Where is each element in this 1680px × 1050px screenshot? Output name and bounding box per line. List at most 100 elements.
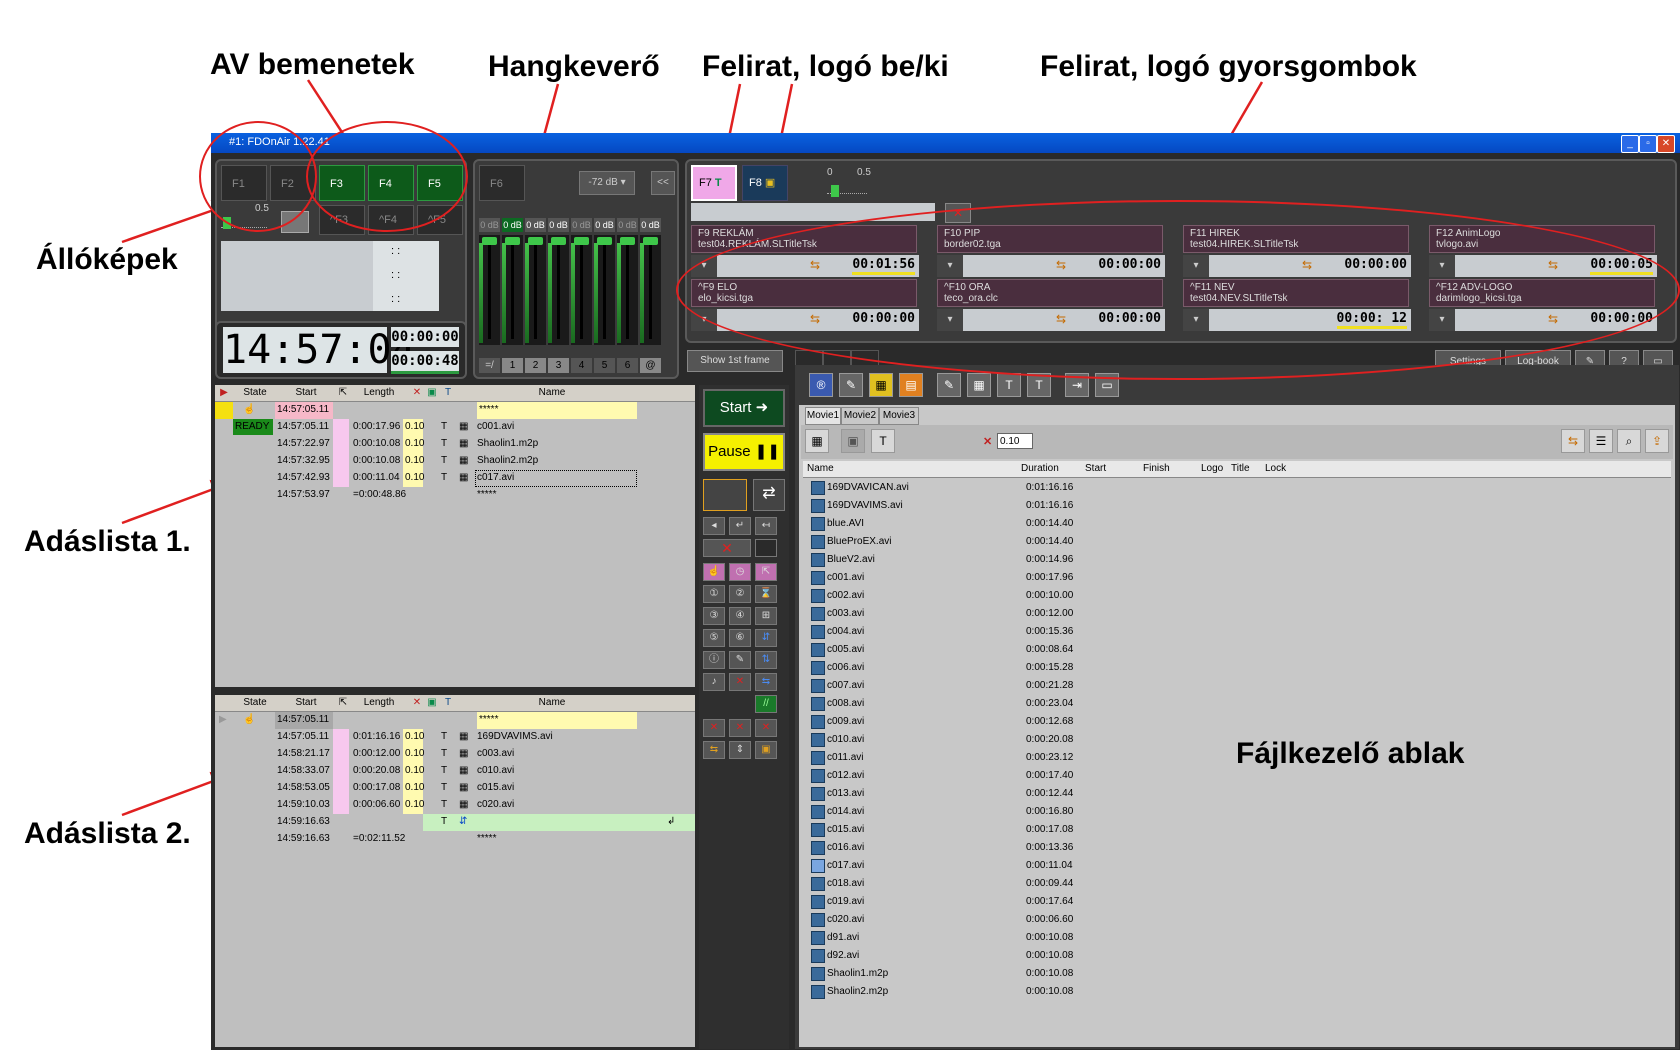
channel-button-4[interactable]: 4: [571, 358, 592, 373]
show-first-frame-button[interactable]: Show 1st frame: [687, 350, 783, 372]
col-logo[interactable]: Logo: [1201, 463, 1223, 474]
title-icon[interactable]: T: [441, 765, 447, 776]
table-row[interactable]: 14:57:42.93 0:00:11.04 0.10 T ▦ c017.avi: [215, 470, 637, 487]
mixer-right-button[interactable]: @: [640, 358, 661, 373]
record-icon[interactable]: ®: [809, 373, 833, 397]
av6-icon[interactable]: ⑥: [729, 629, 751, 647]
loop-icon[interactable]: ⇆: [1561, 429, 1585, 453]
back-icon[interactable]: ↤: [755, 517, 777, 535]
mixer-left-button[interactable]: =/: [479, 358, 500, 373]
fader-3[interactable]: [525, 235, 546, 345]
hand-icon[interactable]: ☝: [703, 563, 725, 581]
pl1-header-length[interactable]: Length: [351, 387, 407, 398]
fader-8[interactable]: [640, 235, 661, 345]
mute-icon[interactable]: ✕: [729, 673, 751, 691]
col-start[interactable]: Start: [1085, 463, 1106, 474]
table-row[interactable]: 14:57:53.97 =0:00:48.86 *****: [215, 487, 635, 504]
tab-movie1[interactable]: Movie1: [805, 407, 841, 425]
sort-icon[interactable]: ⇕: [729, 741, 751, 759]
title-icon[interactable]: T: [441, 799, 447, 810]
delete-after-icon[interactable]: ✕: [755, 719, 777, 737]
export-icon[interactable]: ⇪: [1645, 429, 1669, 453]
green-slash-icon[interactable]: //: [755, 695, 777, 713]
title-icon[interactable]: T: [441, 455, 447, 466]
channel-button-2[interactable]: 2: [525, 358, 546, 373]
table-row[interactable]: 14:59:10.03 0:00:06.60 0.10 T ▦ c020.avi: [215, 797, 635, 814]
image-icon[interactable]: ▤: [899, 373, 923, 397]
fixed-start-icon[interactable]: ⇱: [755, 563, 777, 581]
table-row[interactable]: 14:57:22.97 0:00:10.08 0.10 T ▦ Shaolin1…: [215, 436, 635, 453]
title-icon[interactable]: T: [441, 421, 447, 432]
fader-2[interactable]: [502, 235, 523, 345]
film-icon[interactable]: ▦: [805, 429, 829, 453]
jump-icon[interactable]: ⇵: [459, 816, 467, 827]
pl2-header-name[interactable]: Name: [477, 697, 627, 708]
split-icon[interactable]: ⊞: [755, 607, 777, 625]
col-title[interactable]: Title: [1231, 463, 1250, 474]
clock-icon[interactable]: ◷: [729, 563, 751, 581]
title-logo-icon[interactable]: T: [997, 373, 1021, 397]
table-row[interactable]: 14:58:53.05 0:00:17.08 0.10 T ▦ c015.avi: [215, 780, 635, 797]
title-icon[interactable]: T: [441, 748, 447, 759]
pl2-header-length[interactable]: Length: [351, 697, 407, 708]
title-icon[interactable]: T: [441, 438, 447, 449]
logo-icon[interactable]: ▣: [841, 429, 865, 453]
col-lock[interactable]: Lock: [1265, 463, 1286, 474]
table-row[interactable]: 14:59:16.63 =0:02:11.52 *****: [215, 831, 635, 848]
edit-icon[interactable]: ✎: [729, 651, 751, 669]
mix-duration-input[interactable]: [997, 433, 1033, 449]
pl1-header-name[interactable]: Name: [477, 387, 627, 398]
title-icon[interactable]: T: [871, 429, 895, 453]
jump-back-icon[interactable]: ⇵: [755, 629, 777, 647]
toggle-slider[interactable]: [827, 179, 867, 197]
av1-icon[interactable]: ①: [703, 585, 725, 603]
channel-button-6[interactable]: 6: [617, 358, 638, 373]
jump-forward-icon[interactable]: ⇅: [755, 651, 777, 669]
mixer-collapse-button[interactable]: <<: [651, 171, 675, 195]
start-button[interactable]: Start ➜: [703, 389, 785, 427]
microphone-icon[interactable]: ♪: [703, 673, 725, 691]
toggle-f7-button[interactable]: F7 T: [691, 165, 737, 201]
col-name[interactable]: Name: [807, 463, 834, 474]
av2-icon[interactable]: ②: [729, 585, 751, 603]
delete-icon[interactable]: ✕: [703, 539, 751, 557]
av3-icon[interactable]: ③: [703, 607, 725, 625]
table-row[interactable]: ☝ 14:57:05.11 *****: [215, 402, 637, 419]
playlist-1[interactable]: ▶ State Start ⇱ Length ✕ ▣ T Name ☝ 14:5…: [215, 385, 695, 687]
table-row[interactable]: 14:57:32.95 0:00:10.08 0.10 T ▦ Shaolin2…: [215, 453, 635, 470]
toggle-f8-button[interactable]: F8 ▣: [742, 165, 788, 201]
channel-button-3[interactable]: 3: [548, 358, 569, 373]
title-icon[interactable]: T: [441, 816, 447, 827]
close-icon[interactable]: ✕: [1657, 135, 1675, 153]
pl2-header-start[interactable]: Start: [277, 697, 335, 708]
table-row[interactable]: 14:59:16.63 T ⇵ ↲: [215, 814, 695, 831]
delete-row-icon[interactable]: ✕: [703, 719, 725, 737]
film-icon[interactable]: ▦: [869, 373, 893, 397]
col-duration[interactable]: Duration: [1021, 463, 1059, 474]
av4-icon[interactable]: ④: [729, 607, 751, 625]
toggle-slider-knob[interactable]: [831, 185, 839, 197]
mixer-key-f6[interactable]: F6: [479, 165, 525, 201]
title-icon[interactable]: T: [441, 731, 447, 742]
pl1-header-state[interactable]: State: [235, 387, 275, 398]
blank-button[interactable]: [755, 539, 777, 557]
av5-icon[interactable]: ⑤: [703, 629, 725, 647]
fader-1[interactable]: [479, 235, 500, 345]
edit-caption-icon[interactable]: ✎: [937, 373, 961, 397]
pause-button[interactable]: Pause ❚❚: [703, 433, 785, 471]
playlist-view-icon[interactable]: [703, 479, 747, 511]
title-icon[interactable]: T: [441, 472, 447, 483]
table-row[interactable]: READY 14:57:05.11 0:00:17.96 0.10 T ▦ c0…: [215, 419, 635, 436]
col-finish[interactable]: Finish: [1143, 463, 1170, 474]
mixer-db-select[interactable]: -72 dB ▾: [579, 171, 635, 195]
minimize-icon[interactable]: _: [1621, 135, 1639, 153]
title-icon[interactable]: T: [441, 782, 447, 793]
hourglass-icon[interactable]: ⌛: [755, 585, 777, 603]
info-icon[interactable]: ⓘ: [703, 651, 725, 669]
still-list[interactable]: : : : : : :: [221, 241, 439, 311]
tab-movie3[interactable]: Movie3: [879, 407, 919, 425]
swap-icon[interactable]: ⇄: [753, 479, 785, 511]
delete-all-icon[interactable]: ✕: [729, 719, 751, 737]
list-icon[interactable]: ☰: [1589, 429, 1613, 453]
fader-7[interactable]: [617, 235, 638, 345]
